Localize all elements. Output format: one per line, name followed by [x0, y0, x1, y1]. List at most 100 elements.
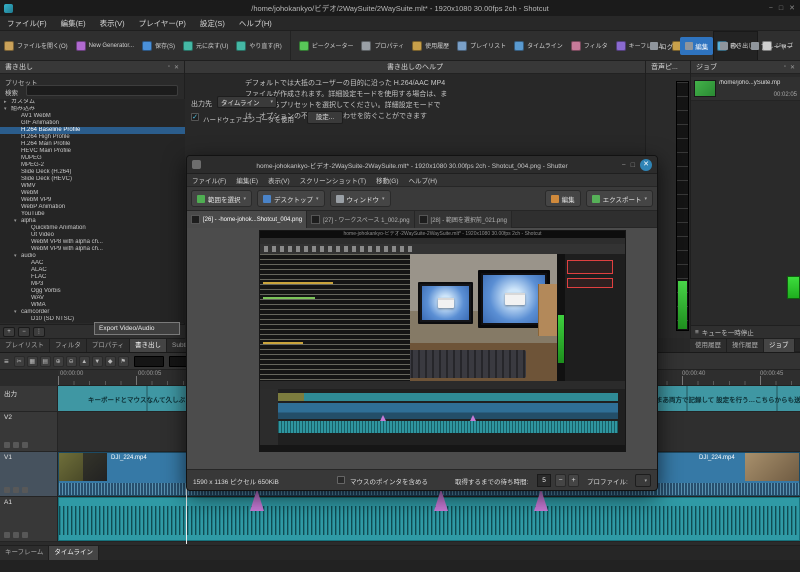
track-a1[interactable]: [58, 497, 800, 542]
dock-tab[interactable]: プレイリスト: [0, 339, 50, 353]
tree-arrow-icon[interactable]: ▾: [4, 106, 11, 113]
lock-icon[interactable]: [4, 487, 10, 493]
toolbar-button[interactable]: ピークメーター: [295, 31, 358, 61]
timeline-marker[interactable]: [250, 489, 264, 511]
minimize-icon[interactable]: −: [769, 5, 773, 12]
timeline-menu-icon[interactable]: ≡: [4, 357, 9, 366]
timeline-overwrite-icon[interactable]: ▼: [92, 356, 103, 367]
menu-item[interactable]: ファイル(F): [0, 16, 54, 31]
timeline-ripple-delete-icon[interactable]: ⊖: [66, 356, 77, 367]
output-target-dropdown[interactable]: タイムライン ▾: [217, 96, 277, 108]
screenshot-tab[interactable]: [26] - -home-johok...Shotcut_004.png: [187, 211, 307, 228]
preset-item[interactable]: Slide Deck (H.264): [0, 169, 185, 176]
profile-dropdown[interactable]: ▾: [635, 474, 651, 487]
job-row[interactable]: /home/joho...ySuite.mp 00:02:05: [691, 77, 800, 101]
toolbar-button[interactable]: 保存(S): [138, 31, 179, 61]
desktop-capture-button[interactable]: デスクトップ ▾: [257, 190, 325, 207]
menu-item[interactable]: ヘルプ(H): [232, 16, 279, 31]
tree-arrow-icon[interactable]: ▸: [4, 99, 11, 106]
timeline-copy-icon[interactable]: ▦: [27, 356, 38, 367]
preset-item[interactable]: WebM VP9: [0, 197, 185, 204]
timeline-paste-icon[interactable]: ▤: [40, 356, 51, 367]
menu-item[interactable]: スクリーンショット(T): [295, 175, 371, 185]
tree-arrow-icon[interactable]: ▾: [14, 218, 21, 225]
preset-item[interactable]: ▸ カスタム: [0, 99, 185, 106]
menu-item[interactable]: 編集(E): [231, 175, 263, 185]
layout-button[interactable]: プレーヤー: [746, 37, 799, 55]
preset-item[interactable]: WMA: [0, 302, 185, 309]
close-icon[interactable]: ✕: [789, 4, 795, 12]
toolbar-button[interactable]: ファイルを開く(O): [0, 31, 72, 61]
menu-item[interactable]: ヘルプ(H): [404, 175, 443, 185]
preset-item[interactable]: FLAC: [0, 274, 185, 281]
preset-item[interactable]: WebM VP9 with alpha ch...: [0, 246, 185, 253]
preset-item[interactable]: MJPEG: [0, 155, 185, 162]
toolbar-button[interactable]: タイムライン: [510, 31, 567, 61]
dock-tab[interactable]: プロパティ: [87, 339, 130, 353]
timeline-marker[interactable]: [534, 489, 548, 511]
timeline-cut-icon[interactable]: ✂: [14, 356, 25, 367]
track-header-master[interactable]: 出力: [0, 386, 58, 412]
menu-item[interactable]: 移動(G): [371, 175, 403, 185]
toolbar-button[interactable]: プレイリスト: [453, 31, 510, 61]
maximize-icon[interactable]: □: [779, 5, 783, 12]
encoder-settings-button[interactable]: 設定...: [307, 111, 343, 124]
toolbar-button[interactable]: フィルタ: [567, 31, 612, 61]
layout-button[interactable]: 編集: [680, 37, 713, 55]
timeline-marker[interactable]: [434, 489, 448, 511]
maximize-icon[interactable]: □: [631, 162, 635, 169]
toolbar-button[interactable]: プロパティ: [357, 31, 408, 61]
preset-item[interactable]: Ut Video: [0, 232, 185, 239]
preset-item[interactable]: WAV: [0, 295, 185, 302]
menu-item[interactable]: 設定(S): [193, 16, 232, 31]
timeline-lift-icon[interactable]: ▲: [79, 356, 90, 367]
mute-icon[interactable]: [13, 442, 19, 448]
preset-item[interactable]: H.264 Baseline Profile: [0, 127, 185, 134]
dock-tab[interactable]: 書き出し: [130, 339, 167, 353]
add-preset-button[interactable]: +: [3, 327, 15, 337]
preset-item[interactable]: AV1 WebM: [0, 113, 185, 120]
hide-icon[interactable]: [22, 442, 28, 448]
delay-increment-button[interactable]: +: [568, 474, 579, 487]
track-header-v2[interactable]: V2: [0, 412, 58, 452]
preset-item[interactable]: WebM VP8 with alpha ch...: [0, 239, 185, 246]
tree-arrow-icon[interactable]: ▾: [14, 309, 21, 316]
include-pointer-checkbox[interactable]: [337, 476, 345, 484]
menu-item[interactable]: 表示(V): [93, 16, 132, 31]
timeline-marker-icon[interactable]: ◆: [105, 356, 116, 367]
dock-tab[interactable]: タイムライン: [49, 546, 99, 560]
remove-preset-button[interactable]: −: [18, 327, 30, 337]
toolbar-button[interactable]: 使用履歴: [408, 31, 453, 61]
layout-button[interactable]: ログ: [645, 37, 678, 55]
screenshot-tab[interactable]: [28] - 範囲を選択前_021.png: [415, 211, 512, 228]
preset-menu-button[interactable]: ⋮: [33, 327, 45, 337]
timeline-append-icon[interactable]: ⊕: [53, 356, 64, 367]
preset-item[interactable]: ▾ alpha: [0, 218, 185, 225]
layout-button[interactable]: FX: [715, 37, 743, 55]
hide-icon[interactable]: [22, 487, 28, 493]
mute-icon[interactable]: [13, 487, 19, 493]
track-header-a1[interactable]: A1: [0, 497, 58, 542]
preset-item[interactable]: WebP Animation: [0, 204, 185, 211]
audio-clip[interactable]: [58, 497, 800, 541]
hardware-encoder-checkbox[interactable]: ✓: [191, 113, 199, 121]
toolbar-button[interactable]: 元に戻す(U): [179, 31, 232, 61]
track-header-v1[interactable]: V1: [0, 452, 58, 497]
minimize-icon[interactable]: −: [622, 162, 626, 169]
preset-item[interactable]: Ogg Vorbis: [0, 288, 185, 295]
close-icon[interactable]: ✕: [640, 159, 652, 171]
video-clip[interactable]: DJI_224.mp4: [656, 452, 800, 496]
edit-button[interactable]: 編集: [545, 190, 581, 207]
preset-item[interactable]: MPEG-2: [0, 162, 185, 169]
tree-arrow-icon[interactable]: ▾: [14, 253, 21, 260]
menu-item[interactable]: 編集(E): [54, 16, 93, 31]
preset-item[interactable]: ALAC: [0, 267, 185, 274]
dock-tab[interactable]: キーフレーム: [0, 546, 49, 560]
select-area-button[interactable]: 範囲を選択 ▾: [191, 190, 252, 207]
dock-tab[interactable]: フィルタ: [50, 339, 87, 353]
preset-item[interactable]: AAC: [0, 260, 185, 267]
screenshot-tab[interactable]: [27] - ワークスペース 1_002.png: [307, 211, 414, 228]
lock-icon[interactable]: [4, 442, 10, 448]
lock-icon[interactable]: [4, 532, 10, 538]
preset-item[interactable]: ▾ audio: [0, 253, 185, 260]
